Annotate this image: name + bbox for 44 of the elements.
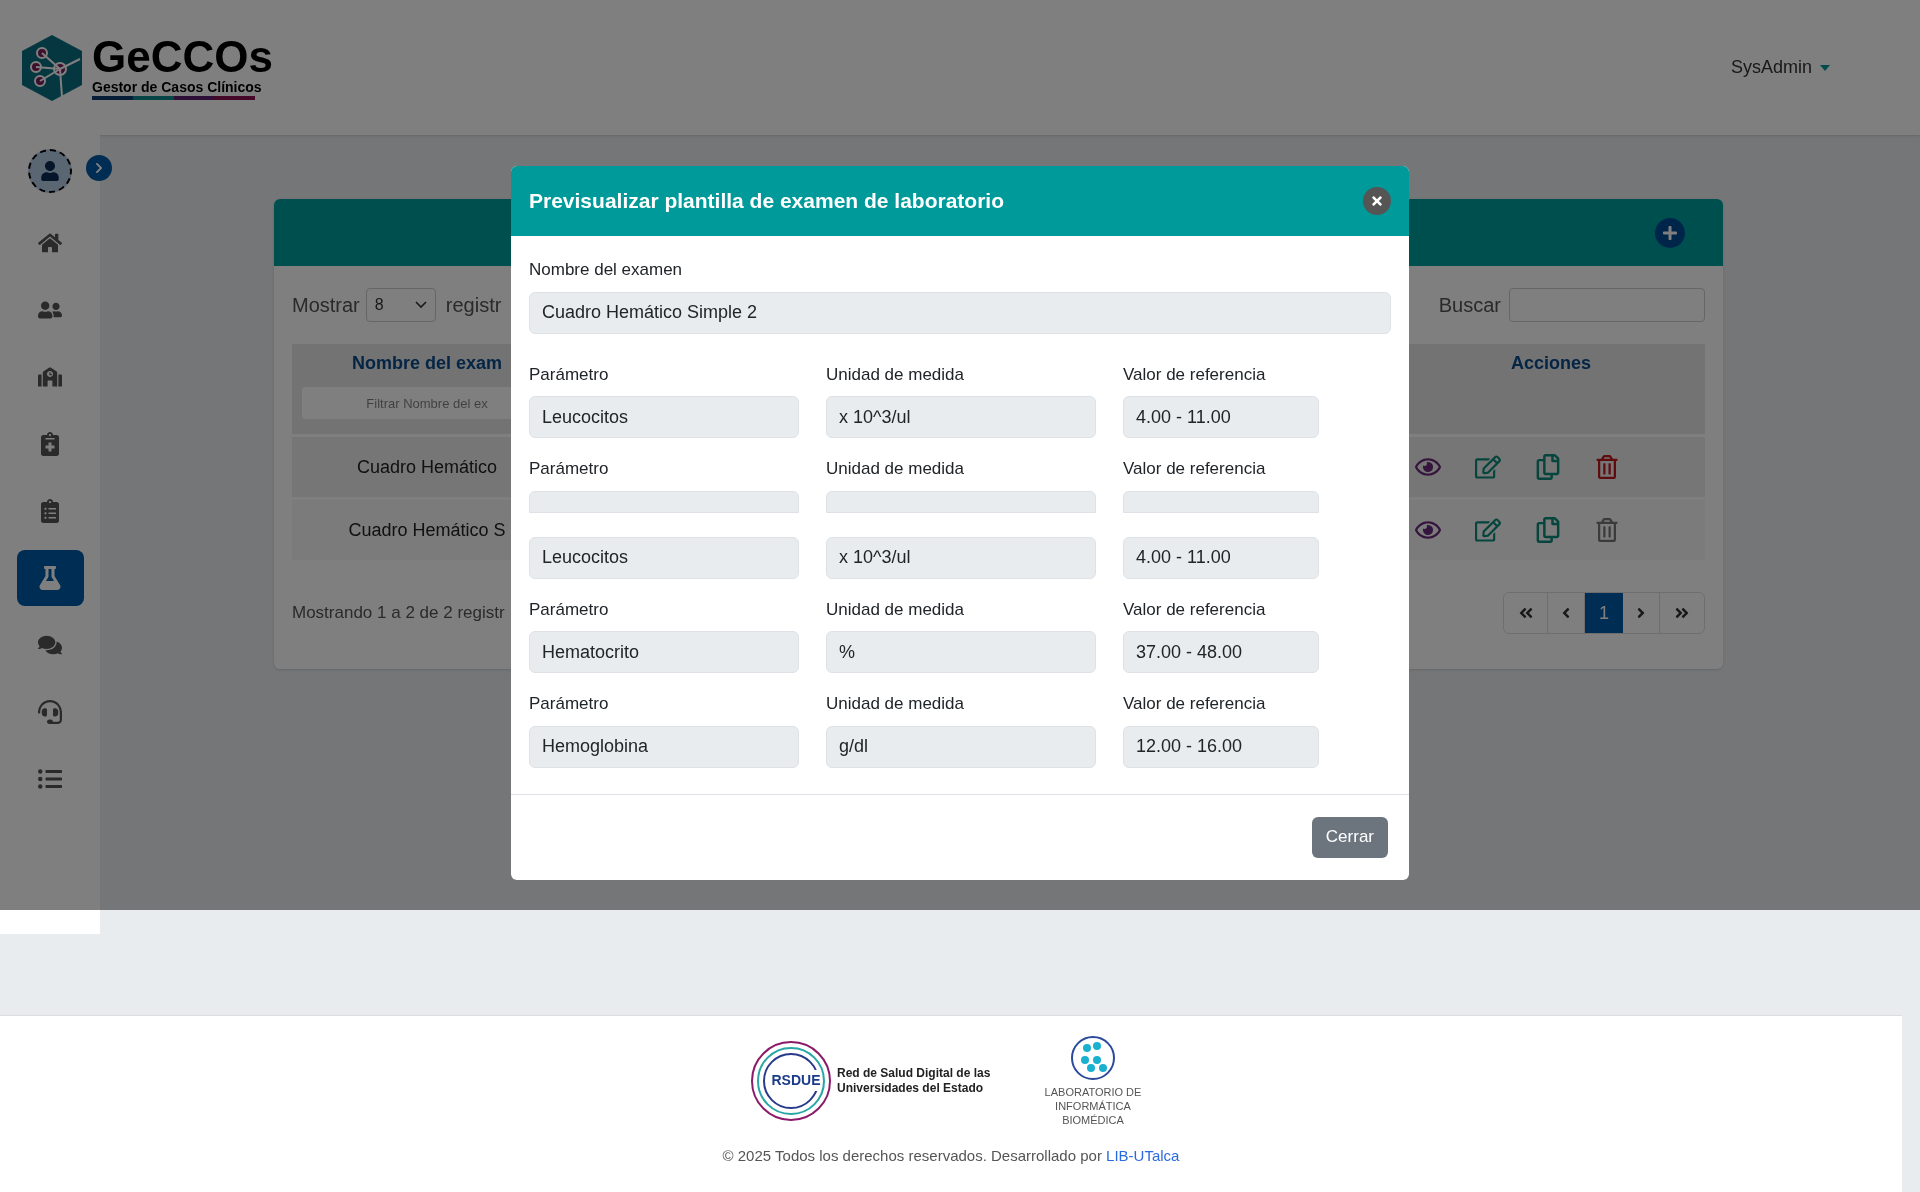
field-label: Parámetro (529, 598, 610, 621)
rsdue-name: Red de Salud Digital de las Universidades del Estado (837, 1065, 992, 1096)
input-field[interactable]: Cuadro Hemático Simple 2 (529, 291, 1391, 334)
column-header: Nombre del exam (351, 352, 503, 375)
logo-subtitle: Gestor de Casos Clínicos (92, 78, 263, 97)
input-field[interactable]: 4.00 - 11.00 (1123, 396, 1319, 438)
rsdue-mark: RSDUE (771, 1070, 821, 1092)
lib-link[interactable]: LIB-UTalca (1106, 1147, 1180, 1165)
field-label: Unidad de medida (826, 598, 965, 621)
field-label: Unidad de medida (826, 693, 965, 715)
field-label: Parámetro (529, 693, 610, 715)
field-label: Parámetro (529, 458, 610, 480)
field-label: Parámetro (529, 363, 610, 386)
input-field[interactable]: 4.00 - 11.00 (1123, 536, 1319, 579)
input-field[interactable]: x 10^3/ul (826, 396, 1096, 438)
table-cell-text: Cuadro Hemático S (347, 518, 507, 542)
column-header: Acciones (1511, 352, 1592, 375)
field-label: Valor de referencia (1123, 458, 1267, 480)
records-summary: Mostrando 1 a 2 de 2 registr (292, 602, 505, 625)
input-field[interactable]: 12.00 - 16.00 (1123, 725, 1319, 768)
user-menu[interactable]: SysAdmin (1730, 54, 1830, 81)
input-field[interactable]: x 10^3/ul (826, 536, 1096, 579)
records-label: registr (445, 293, 502, 318)
field-label: Unidad de medida (826, 363, 965, 386)
search-label: Buscar (1438, 293, 1501, 318)
modal-title: Previsualizar plantilla de examen de laboratorio (529, 188, 1004, 215)
input-field[interactable]: Leucocitos (529, 396, 799, 438)
input-field[interactable]: g/dl (826, 725, 1096, 768)
copyright-text: © 2025 Todos los derechos reservados. Desarrollado por LIB-UTalca (722, 1146, 1180, 1167)
show-label: Mostrar (292, 293, 360, 318)
page-size-select[interactable]: 8 (365, 288, 436, 322)
close-button[interactable]: Cerrar (1311, 816, 1388, 858)
field-label: Valor de referencia (1123, 598, 1267, 621)
logo-title: GeCCOs (92, 34, 273, 79)
field-label: Nombre del examen (529, 259, 684, 281)
lib-name: LABORATORIO DE INFORMÁTICA BIOMÉDICA (1043, 1086, 1143, 1128)
input-field[interactable]: Hematocrito (529, 631, 799, 673)
input-field[interactable]: 37.00 - 48.00 (1123, 631, 1319, 673)
field-label: Valor de referencia (1123, 693, 1267, 715)
field-label: Valor de referencia (1123, 363, 1267, 386)
input-field[interactable]: Hemoglobina (529, 725, 799, 768)
input-field[interactable]: % (826, 631, 1096, 673)
input-field[interactable]: Leucocitos (529, 536, 799, 579)
field-label: Unidad de medida (826, 458, 965, 480)
